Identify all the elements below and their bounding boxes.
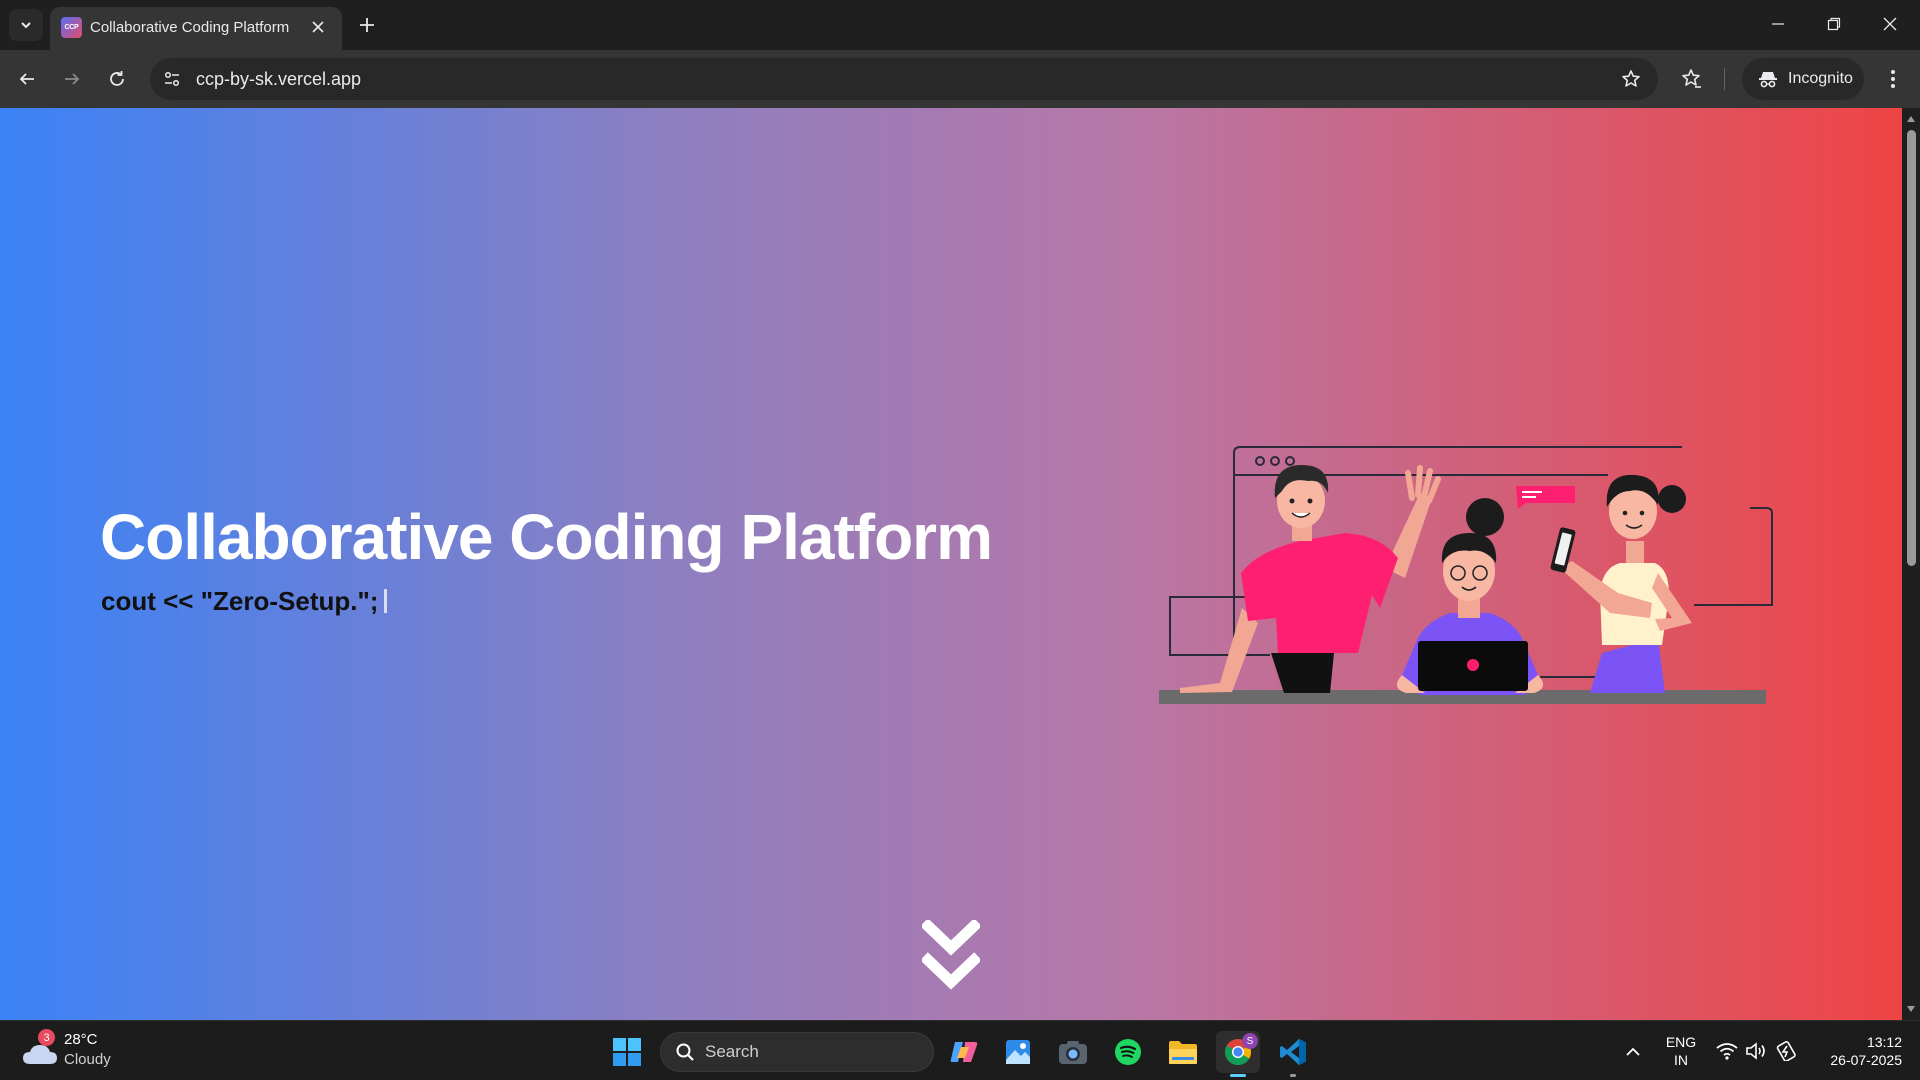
- site-info-button[interactable]: [160, 67, 184, 91]
- close-icon: [1883, 17, 1897, 31]
- scrollbar-thumb[interactable]: [1907, 130, 1916, 566]
- minimize-button[interactable]: [1750, 0, 1806, 48]
- taskbar-app-vscode[interactable]: [1271, 1031, 1315, 1077]
- volume-status[interactable]: [1744, 1039, 1768, 1063]
- incognito-label: Incognito: [1788, 70, 1853, 87]
- active-app-indicator: [1230, 1074, 1246, 1077]
- reading-list-button[interactable]: [1674, 62, 1708, 96]
- wifi-status[interactable]: [1715, 1039, 1739, 1063]
- clock-time: 13:12: [1866, 1034, 1902, 1050]
- scroll-up-arrow-icon[interactable]: [1906, 114, 1916, 124]
- minimize-icon: [1772, 23, 1784, 25]
- vscode-icon: [1280, 1039, 1306, 1065]
- cloud-icon: [23, 1045, 57, 1064]
- browser-tab-active[interactable]: CCP Collaborative Coding Platform: [50, 7, 342, 50]
- taskbar-search-label: Search: [705, 1042, 759, 1061]
- incognito-button[interactable]: Incognito: [1742, 58, 1864, 100]
- photos-icon: [1006, 1040, 1030, 1064]
- arrow-left-icon: [19, 73, 34, 85]
- taskbar-app-spotify[interactable]: [1106, 1031, 1150, 1073]
- weather-condition: Cloudy: [64, 1051, 111, 1068]
- chevron-up-icon: [1626, 1047, 1640, 1056]
- reload-icon: [110, 71, 124, 86]
- language-code: ENG: [1665, 1034, 1697, 1050]
- taskbar-search-box[interactable]: Search: [660, 1032, 934, 1072]
- star-icon: [1622, 70, 1640, 87]
- arrow-right-icon: [65, 73, 80, 85]
- chat-line-1: [1522, 491, 1542, 493]
- taskbar-app-camera[interactable]: [1051, 1031, 1095, 1073]
- back-button[interactable]: [10, 62, 44, 96]
- browser-menu-button[interactable]: [1876, 62, 1910, 96]
- running-app-indicator: [1290, 1074, 1296, 1077]
- system-clock[interactable]: 13:12 26-07-2025: [1810, 1033, 1902, 1069]
- taskbar-app-chrome[interactable]: S: [1216, 1031, 1260, 1077]
- chevron-down-icon: [21, 22, 31, 29]
- hero-typing-line: cout << "Zero-Setup.";: [101, 586, 388, 617]
- hero-section: Collaborative Coding Platform cout << "Z…: [0, 108, 1902, 1020]
- weather-widget[interactable]: 3 28°C Cloudy: [20, 1029, 130, 1073]
- spotify-icon: [1115, 1039, 1141, 1065]
- battery-charging-icon: [1776, 1041, 1796, 1061]
- url-text: ccp-by-sk.vercel.app: [196, 69, 362, 89]
- weather-notification-badge: 3: [38, 1029, 55, 1046]
- toolbar-divider: [1724, 68, 1725, 90]
- show-hidden-icons-button[interactable]: [1618, 1037, 1648, 1067]
- address-bar[interactable]: ccp-by-sk.vercel.app: [150, 58, 1658, 100]
- window-dots-graphic: [1255, 456, 1295, 466]
- tab-search-button[interactable]: [9, 9, 43, 41]
- kebab-menu-icon: [1891, 70, 1895, 88]
- region-code: IN: [1674, 1052, 1688, 1068]
- tab-close-button[interactable]: [308, 17, 328, 37]
- taskbar-app-photos[interactable]: [996, 1031, 1040, 1073]
- folder-icon: [1169, 1041, 1197, 1064]
- tune-icon: [164, 71, 180, 87]
- close-icon: [312, 21, 324, 33]
- restore-icon: [1827, 17, 1841, 31]
- bookmark-button[interactable]: [1618, 66, 1644, 92]
- browser-toolbar: ccp-by-sk.vercel.app Incognito: [0, 50, 1920, 108]
- hero-code-text: cout << "Zero-Setup.";: [101, 586, 379, 616]
- man-waving-figure: [1180, 465, 1441, 693]
- incognito-icon: [1759, 72, 1777, 88]
- plus-icon: [360, 18, 374, 32]
- woman-with-phone-figure: [1550, 474, 1692, 693]
- team-collaboration-illustration: [1159, 446, 1773, 704]
- favicon-icon: CCP: [61, 17, 82, 38]
- clock-date: 26-07-2025: [1830, 1052, 1902, 1068]
- input-language-indicator[interactable]: ENG IN: [1664, 1033, 1698, 1069]
- page-scrollbar[interactable]: [1902, 108, 1920, 1020]
- scroll-down-chevron-icon[interactable]: [922, 920, 980, 994]
- taskbar-app-file-explorer[interactable]: [1161, 1031, 1205, 1073]
- chat-line-2: [1522, 496, 1536, 498]
- windows-taskbar: 3 28°C Cloudy Search S ENG IN 13:12 26-0…: [0, 1020, 1920, 1080]
- taskbar-app-copilot[interactable]: [942, 1031, 986, 1073]
- battery-status[interactable]: [1774, 1039, 1798, 1063]
- reload-button[interactable]: [100, 62, 134, 96]
- forward-button[interactable]: [55, 62, 89, 96]
- camera-icon: [1059, 1041, 1087, 1064]
- browser-tab-bar: CCP Collaborative Coding Platform: [0, 0, 1920, 50]
- chrome-profile-badge: S: [1242, 1033, 1258, 1049]
- scroll-down-arrow-icon[interactable]: [1906, 1004, 1916, 1014]
- windows-logo-icon: [613, 1038, 641, 1066]
- new-tab-button[interactable]: [352, 10, 382, 40]
- start-button[interactable]: [607, 1032, 647, 1072]
- speaker-icon: [1746, 1042, 1765, 1060]
- hero-title: Collaborative Coding Platform: [100, 501, 993, 573]
- copilot-icon: [950, 1042, 978, 1062]
- tab-title: Collaborative Coding Platform: [90, 19, 290, 36]
- close-window-button[interactable]: [1862, 0, 1918, 48]
- typing-cursor: [384, 589, 388, 613]
- search-icon: [676, 1043, 694, 1061]
- star-list-icon: [1682, 69, 1701, 88]
- restore-button[interactable]: [1806, 0, 1862, 48]
- wifi-icon: [1716, 1043, 1738, 1060]
- weather-temperature: 28°C: [64, 1031, 98, 1048]
